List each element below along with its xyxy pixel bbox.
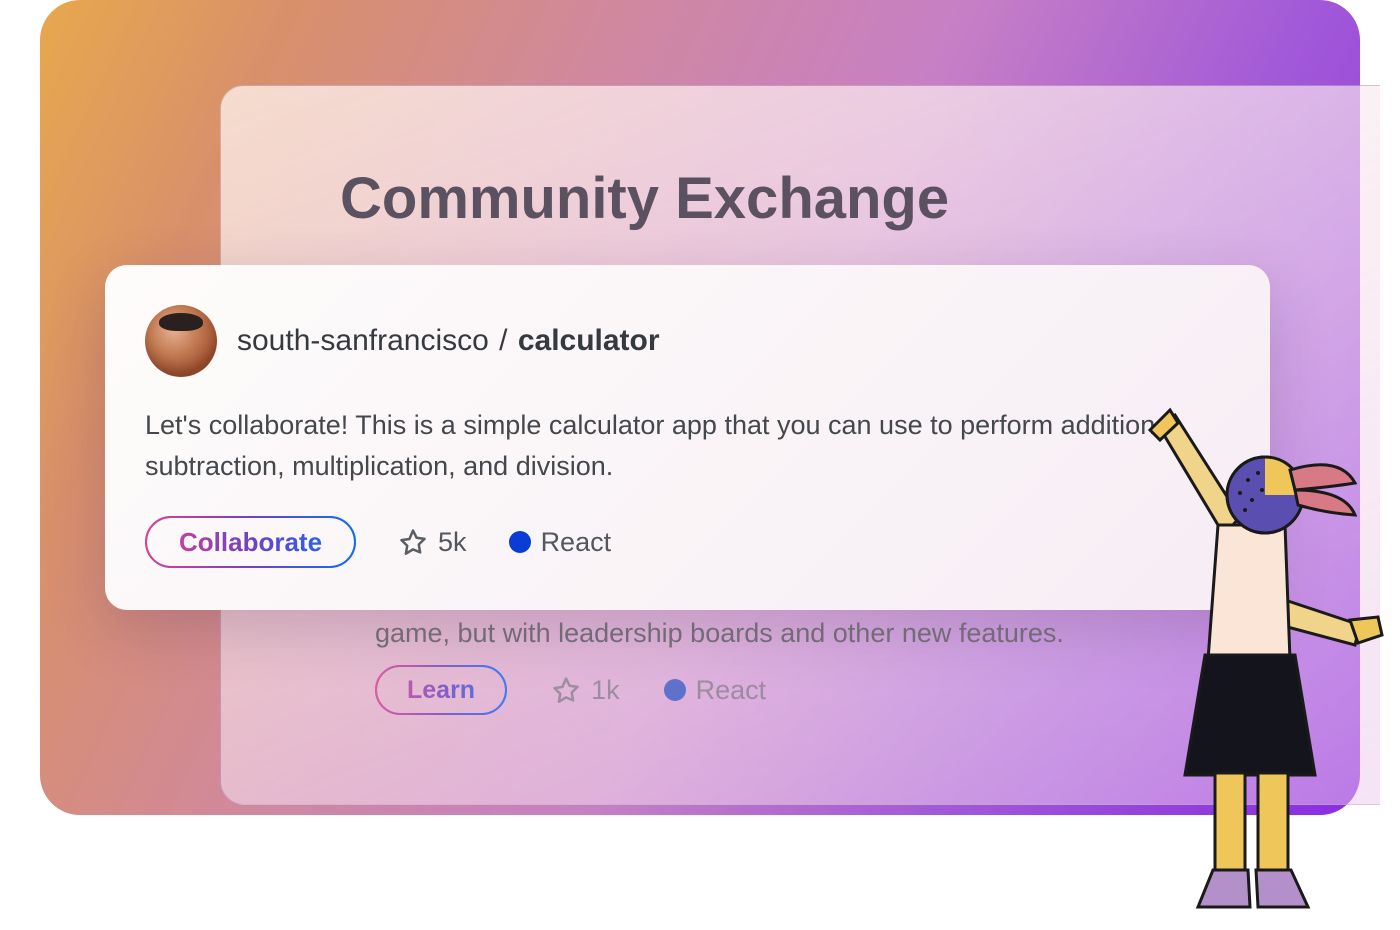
stars-stat-bg[interactable]: 1k <box>551 675 620 706</box>
stars-count-bg: 1k <box>591 675 620 706</box>
collaborate-button[interactable]: Collaborate <box>145 516 356 568</box>
avatar[interactable] <box>145 305 217 377</box>
repo-name: calculator <box>518 324 660 357</box>
stars-stat[interactable]: 5k <box>398 527 467 558</box>
repo-card-bg-footer: Learn 1k React <box>375 665 766 715</box>
language-dot-icon <box>509 531 531 553</box>
stars-count: 5k <box>438 527 467 558</box>
learn-button[interactable]: Learn <box>375 665 507 715</box>
star-icon <box>551 675 581 705</box>
repo-card-featured[interactable]: south-sanfrancisco / calculator Let's co… <box>105 265 1270 610</box>
repo-owner: south-sanfrancisco <box>237 324 489 357</box>
repo-description: Let's collaborate! This is a simple calc… <box>145 405 1230 486</box>
repo-description-bg: game, but with leadership boards and oth… <box>375 618 1205 649</box>
language-stat: React <box>509 527 612 558</box>
language-stat-bg: React <box>664 675 767 706</box>
repo-separator: / <box>499 324 507 357</box>
language-name-bg: React <box>696 675 767 706</box>
button-label: Learn <box>407 676 475 705</box>
repo-path[interactable]: south-sanfrancisco / calculator <box>237 324 660 358</box>
language-dot-icon <box>664 679 686 701</box>
page-title: Community Exchange <box>340 165 949 232</box>
button-label: Collaborate <box>179 527 322 558</box>
language-name: React <box>541 527 612 558</box>
star-icon <box>398 527 428 557</box>
